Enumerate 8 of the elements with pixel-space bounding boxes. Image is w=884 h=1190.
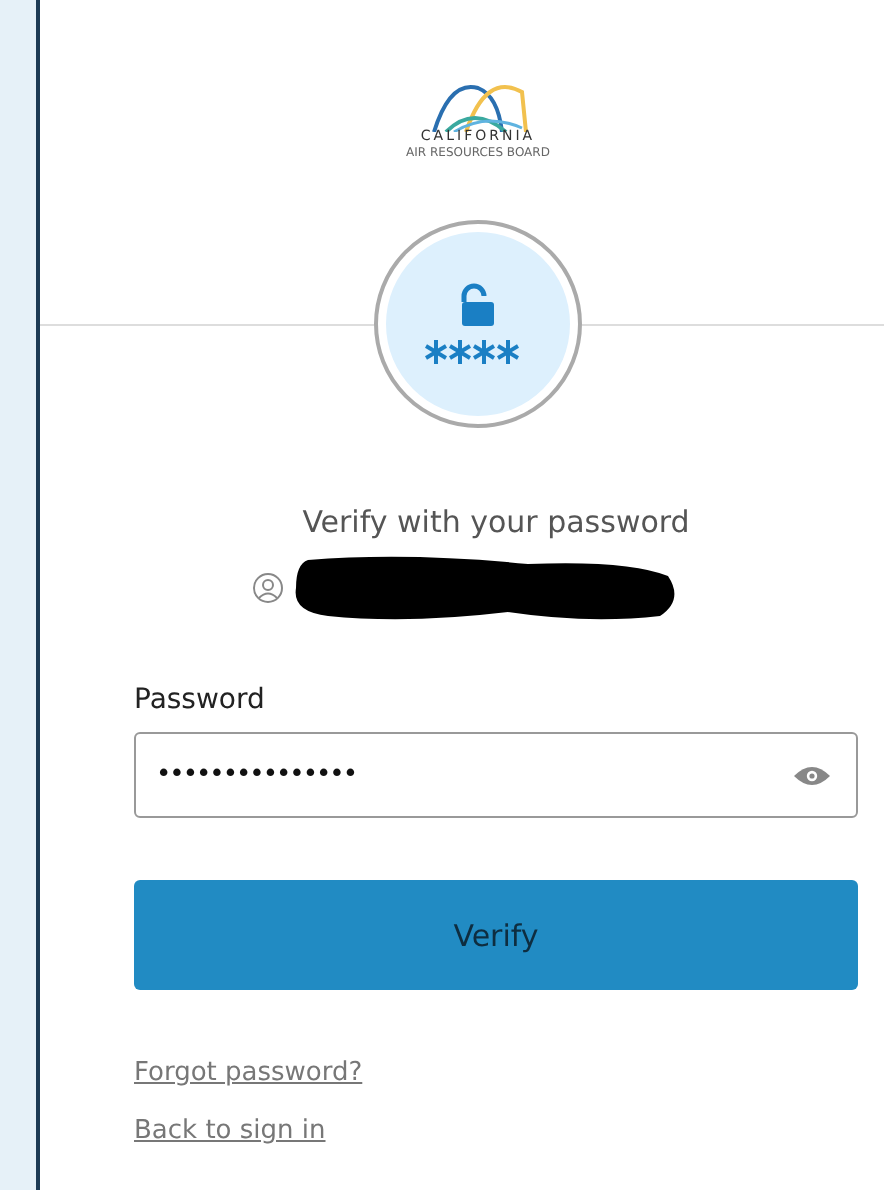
password-field[interactable]: ••••••••••••••• [134,732,858,818]
password-label: Password [134,684,267,716]
verify-button[interactable]: Verify [134,880,858,990]
page-heading: Verify with your password [300,504,692,540]
eye-icon[interactable] [794,764,830,788]
user-icon [252,572,284,604]
forgot-password-link[interactable]: Forgot password? [134,1058,363,1088]
back-to-sign-in-link[interactable]: Back to sign in [134,1116,326,1146]
